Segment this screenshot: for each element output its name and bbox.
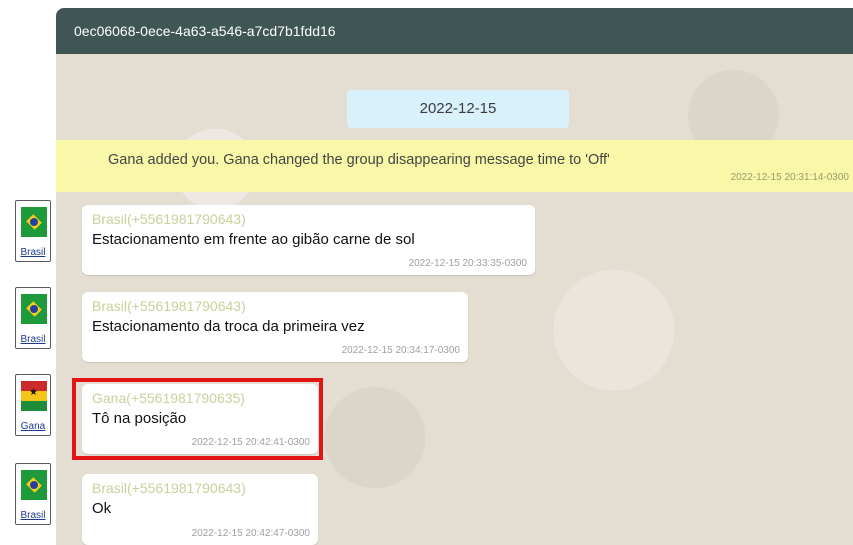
message-text: Ok bbox=[92, 500, 112, 517]
chat-header: 0ec06068-0ece-4a63-a546-a7cd7b1fdd16 bbox=[56, 8, 853, 54]
avatar-label[interactable]: Brasil bbox=[16, 334, 50, 345]
message-time: 2022-12-15 20:42:47-0300 bbox=[191, 528, 310, 539]
message-time: 2022-12-15 20:42:41-0300 bbox=[191, 437, 310, 448]
chat-title: 0ec06068-0ece-4a63-a546-a7cd7b1fdd16 bbox=[74, 23, 336, 39]
message-time: 2022-12-15 20:34:17-0300 bbox=[341, 345, 460, 356]
brazil-flag-icon bbox=[21, 294, 47, 324]
system-message: Gana added you. Gana changed the group d… bbox=[56, 140, 853, 192]
chat-background bbox=[56, 8, 853, 545]
avatar-label[interactable]: Brasil bbox=[16, 510, 50, 521]
avatar-gana[interactable]: Gana bbox=[15, 374, 51, 436]
message-sender: Brasil(+5561981790643) bbox=[92, 298, 246, 314]
system-message-text: Gana added you. Gana changed the group d… bbox=[108, 152, 610, 168]
avatar-label[interactable]: Brasil bbox=[16, 247, 50, 258]
message-bubble: Brasil(+5561981790643) Ok 2022-12-15 20:… bbox=[82, 474, 318, 545]
avatar-brasil[interactable]: Brasil bbox=[15, 287, 51, 349]
message-bubble: Brasil(+5561981790643) Estacionamento da… bbox=[82, 292, 468, 362]
message-bubble: Brasil(+5561981790643) Estacionamento em… bbox=[82, 205, 535, 275]
message-text: Tô na posição bbox=[92, 410, 187, 427]
ghana-flag-icon bbox=[21, 381, 47, 411]
date-separator: 2022-12-15 bbox=[347, 90, 569, 128]
whatsapp-chat-view: 0ec06068-0ece-4a63-a546-a7cd7b1fdd16 202… bbox=[0, 0, 853, 545]
avatar-label[interactable]: Gana bbox=[16, 421, 50, 432]
brazil-flag-icon bbox=[21, 470, 47, 500]
message-sender: Brasil(+5561981790643) bbox=[92, 211, 246, 227]
message-text: Estacionamento em frente ao gibão carne … bbox=[92, 231, 415, 248]
message-bubble: Gana(+5561981790635) Tô na posição 2022-… bbox=[82, 384, 318, 454]
brazil-flag-icon bbox=[21, 207, 47, 237]
message-sender: Brasil(+5561981790643) bbox=[92, 480, 246, 496]
message-text: Estacionamento da troca da primeira vez bbox=[92, 318, 365, 335]
avatar-brasil[interactable]: Brasil bbox=[15, 200, 51, 262]
system-message-time: 2022-12-15 20:31:14-0300 bbox=[730, 172, 849, 183]
message-sender: Gana(+5561981790635) bbox=[92, 390, 245, 406]
message-time: 2022-12-15 20:33:35-0300 bbox=[408, 258, 527, 269]
avatar-brasil[interactable]: Brasil bbox=[15, 463, 51, 525]
